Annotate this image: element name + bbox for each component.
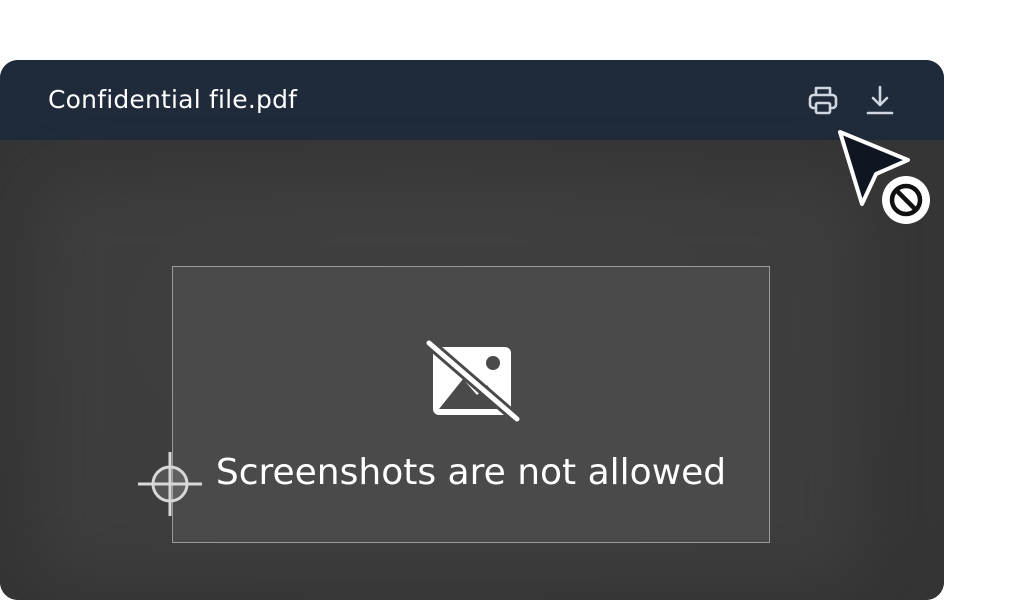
crosshair-icon	[138, 452, 202, 516]
print-button[interactable]	[805, 82, 841, 118]
title-bar: Confidential file.pdf	[0, 60, 944, 140]
download-icon	[866, 85, 894, 115]
pdf-viewer-window: Confidential file.pdf Screenshots are no…	[0, 60, 944, 600]
screenshot-selection-box[interactable]: Screenshots are not allowed	[172, 266, 770, 543]
not-allowed-cursor-icon	[838, 130, 930, 224]
screenshot-blocked-message: Screenshots are not allowed	[215, 452, 727, 493]
image-off-icon	[423, 339, 523, 423]
file-name: Confidential file.pdf	[48, 85, 298, 114]
stage: Confidential file.pdf Screenshots are no…	[0, 0, 1024, 600]
document-content-area: Screenshots are not allowed	[0, 140, 944, 600]
printer-icon	[808, 86, 838, 115]
download-button[interactable]	[862, 82, 898, 118]
